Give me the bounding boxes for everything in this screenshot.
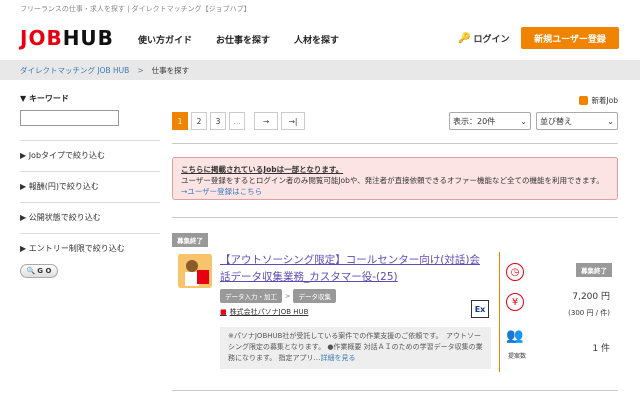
proposals-label: 提案数 [508,353,527,360]
notice-title: こちらに掲載されているJobは一部となります。 [181,165,344,174]
breadcrumb-home[interactable]: ダイレクトマッチング JOB HUB [20,65,129,76]
notice-box: こちらに掲載されているJobは一部となります。 ユーザー登録をするとログイン者の… [172,157,618,200]
chevron-down-icon: ⌄ [607,116,614,126]
filter-reward[interactable]: ▶ 報酬(円)で絞り込む [20,171,160,202]
tag-category[interactable]: データ入力・加工 [220,289,282,303]
filter-entry-limit[interactable]: ▶ エントリー制限で絞り込む [20,233,160,264]
ex-badge-icon: Ex [471,300,489,318]
sort-select[interactable]: 並び替え ⌄ [536,112,618,130]
filter-status[interactable]: ▶ 公開状態で絞り込む [20,202,160,233]
filter-job-type[interactable]: ▶ Jobタイプで絞り込む [20,140,160,171]
proposal-count: 1 件 [592,344,610,354]
job-tags: データ入力・加工 > データ収集 [220,289,336,303]
list-controls: 表示：20件 ⌄ 並び替え ⌄ [449,112,618,130]
company-link[interactable]: ■ 株式会社パソナJOB HUB [220,307,308,317]
rss-icon [579,96,589,105]
nav-find-work[interactable]: お仕事を探す [216,33,270,46]
nav-find-talent[interactable]: 人材を探す [294,33,339,46]
nav-guide[interactable]: 使い方ガイド [138,33,192,46]
keyword-heading[interactable]: ▼ キーワード [20,93,160,104]
go-button[interactable]: 🔍 G O [20,264,58,278]
next-page-icon[interactable]: → [254,112,278,130]
unit-price: (300 円 / 件) [568,309,610,317]
login-link[interactable]: 🔑 ログイン [458,32,509,45]
divider [172,217,618,218]
logo[interactable]: JOBHUB [20,26,114,50]
new-job-link[interactable]: 新着Job [579,95,618,106]
people-icon: 👥 [506,328,524,344]
job-status-badge: 募集終了 [172,233,208,247]
job-title-link[interactable]: 【アウトソーシング限定】コールセンター向け(対話)会話データ収集業務_カスタマー… [220,252,490,286]
chevron-down-icon: ⌄ [520,116,527,126]
page-3[interactable]: 3 [210,112,226,130]
person-icon: ■ [220,308,227,316]
details-link[interactable]: 詳細を見る [321,354,356,362]
notice-body: ユーザー登録をするとログイン者のみ閲覧可能Jobや、発注者が直接依頼できるオファ… [181,176,604,185]
client-avatar [178,254,212,288]
last-page-icon[interactable]: →| [281,112,305,130]
job-price: 7,200 円 [572,292,610,302]
breadcrumb: ダイレクトマッチング JOB HUB > 仕事を探す [0,60,640,80]
sidebar: ▼ キーワード ▶ Jobタイプで絞り込む ▶ 報酬(円)で絞り込む ▶ 公開状… [20,93,160,278]
register-button[interactable]: 新規ユーザー登録 [521,27,619,49]
page-2[interactable]: 2 [191,112,207,130]
pagination: 1 2 3 ... → →| [172,112,305,130]
display-count-select[interactable]: 表示：20件 ⌄ [449,112,531,130]
job-description: ※パソナJOBHUB社が受託している案件での作業支援のご依頼です。 アウトソーシ… [220,327,491,369]
divider [172,143,618,144]
register-link[interactable]: →ユーザー登録はこちら [181,186,609,197]
tag-subcategory[interactable]: データ収集 [293,289,336,303]
divider [172,390,618,391]
page-1[interactable]: 1 [172,112,188,130]
breadcrumb-current: 仕事を探す [151,65,190,75]
key-icon: 🔑 [458,33,471,44]
yen-icon: ¥ [506,293,524,311]
keyword-input[interactable] [20,110,119,126]
search-icon: 🔍 [26,267,36,275]
site-tagline: フリーランスの仕事・求人を探す | ダイレクトマッチング【ジョブハブ】 [20,5,251,13]
status-badge: 募集終了 [576,263,612,277]
divider [499,252,500,372]
header: JOBHUB 使い方ガイド お仕事を探す 人材を探す 🔑 ログイン 新規ユーザー… [0,20,640,60]
page-ellipsis: ... [229,112,245,130]
clock-icon: ◷ [506,263,524,281]
main-nav: 使い方ガイド お仕事を探す 人材を探す [138,33,339,46]
